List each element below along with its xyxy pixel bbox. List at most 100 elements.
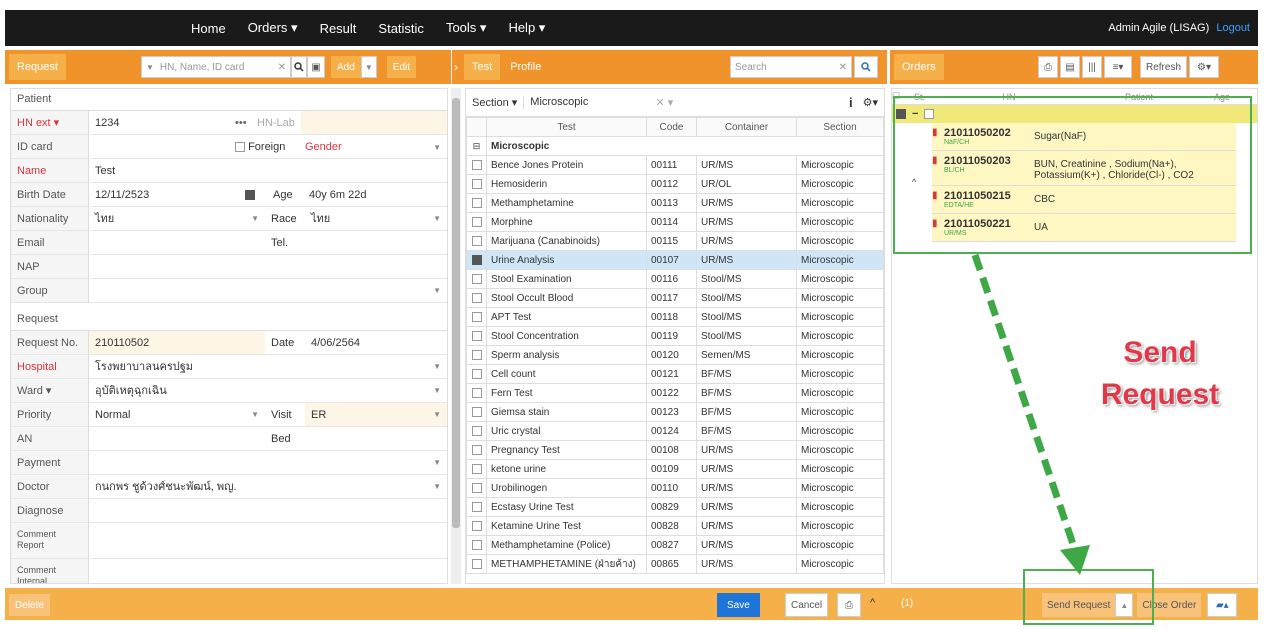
comment-internal-field[interactable] <box>89 559 447 583</box>
test-row-checkbox[interactable] <box>466 383 487 403</box>
test-row-checkbox[interactable] <box>466 516 487 536</box>
clear-icon[interactable]: ✕ ▾ <box>655 96 673 109</box>
test-row-checkbox[interactable] <box>466 402 487 422</box>
test-row-checkbox[interactable] <box>466 554 487 574</box>
doctor-select[interactable]: กนกพร ชูด้วงศ์ชนะพัฒน์, พญ. ▼ <box>89 475 447 498</box>
birth-checkbox[interactable] <box>239 183 267 206</box>
settings-button[interactable]: ⚙▾ <box>1189 56 1220 78</box>
test-search-input[interactable]: Search ✕ <box>730 56 852 78</box>
test-row-checkbox[interactable] <box>466 193 487 213</box>
group-select[interactable]: ▼ <box>89 279 447 302</box>
diagnose-field[interactable] <box>89 499 447 522</box>
test-row-checkbox[interactable] <box>466 421 487 441</box>
test-row-checkbox[interactable] <box>466 364 487 384</box>
test-row-checkbox[interactable] <box>466 307 487 327</box>
gear-icon[interactable]: ⚙▾ <box>863 96 878 109</box>
section-filter-button[interactable]: Section ▾ <box>472 96 517 109</box>
nav-home[interactable]: Home <box>191 21 226 36</box>
hn-field[interactable]: 1234 <box>89 111 229 134</box>
nav-result[interactable]: Result <box>320 21 357 36</box>
race-select[interactable]: ไทย ▼ <box>305 207 447 230</box>
form-scrollbar[interactable] <box>451 88 461 584</box>
test-search-button[interactable] <box>854 56 878 78</box>
test-row[interactable]: Morphine 00114 UR/MS Microscopic <box>466 212 884 232</box>
test-row[interactable]: Fern Test 00122 BF/MS Microscopic <box>466 383 884 403</box>
test-row-checkbox[interactable] <box>466 345 487 365</box>
test-group-row[interactable]: ⊟ Microscopic <box>466 136 884 156</box>
test-row-checkbox[interactable] <box>466 459 487 479</box>
gender-select[interactable]: ▼ <box>359 135 447 158</box>
test-row[interactable]: Bence Jones Protein 00111 UR/MS Microsco… <box>466 155 884 175</box>
test-row-checkbox[interactable] <box>466 174 487 194</box>
test-row[interactable]: ketone urine 00109 UR/MS Microscopic <box>466 459 884 479</box>
foreign-checkbox[interactable]: Foreign <box>229 135 299 158</box>
test-row[interactable]: Methamphetamine (Police) 00827 UR/MS Mic… <box>466 535 884 555</box>
an-field[interactable] <box>89 427 265 450</box>
visit-select[interactable]: ER ▼ <box>305 403 447 426</box>
tab-orders[interactable]: Orders <box>894 54 944 80</box>
name-field[interactable]: Test <box>89 159 447 182</box>
nav-tools[interactable]: Tools ▾ <box>446 20 487 36</box>
test-row[interactable]: Hemosiderin 00112 UR/OL Microscopic <box>466 174 884 194</box>
tab-profile[interactable]: Profile <box>510 61 541 73</box>
test-row[interactable]: Urobilinogen 00110 UR/MS Microscopic <box>466 478 884 498</box>
clear-icon[interactable]: ✕ <box>839 62 847 73</box>
hn-label[interactable]: HN ext ▾ <box>11 111 89 134</box>
date-field[interactable]: 4/06/2564 <box>305 331 447 354</box>
email-field[interactable] <box>89 231 265 254</box>
test-row-checkbox[interactable] <box>466 155 487 175</box>
test-row[interactable]: APT Test 00118 Stool/MS Microscopic <box>466 307 884 327</box>
hnlab-field[interactable] <box>301 111 447 134</box>
cancel-button[interactable]: Cancel <box>785 593 829 617</box>
priority-select[interactable]: Normal ▼ <box>89 403 265 426</box>
collapse-icon[interactable]: ⊟ <box>466 136 487 156</box>
collapse-arrow-icon[interactable]: › <box>454 60 458 74</box>
test-row[interactable]: METHAMPHETAMINE (ฝ่ายค้าง) 00865 UR/MS M… <box>466 554 884 574</box>
refresh-button[interactable]: Refresh <box>1140 56 1188 78</box>
test-row[interactable]: Giemsa stain 00123 BF/MS Microscopic <box>466 402 884 422</box>
test-row[interactable]: Cell count 00121 BF/MS Microscopic <box>466 364 884 384</box>
nav-statistic[interactable]: Statistic <box>378 21 424 36</box>
test-row-checkbox[interactable] <box>466 440 487 460</box>
test-row-checkbox[interactable] <box>466 250 487 270</box>
add-button[interactable]: Add <box>331 56 361 78</box>
payment-select[interactable]: ▼ <box>89 451 447 474</box>
test-row[interactable]: Stool Examination 00116 Stool/MS Microsc… <box>466 269 884 289</box>
nav-orders[interactable]: Orders ▾ <box>248 20 298 36</box>
test-row[interactable]: Marijuana (Canabinoids) 00115 UR/MS Micr… <box>466 231 884 251</box>
label-button[interactable]: ▤ <box>1060 56 1080 78</box>
edit-button[interactable]: Edit <box>386 56 417 78</box>
patient-search-input[interactable]: ▼ HN, Name, ID card ✕ <box>141 56 291 78</box>
test-row-checkbox[interactable] <box>466 326 487 346</box>
tab-request[interactable]: Request <box>9 54 66 80</box>
test-row[interactable]: Stool Occult Blood 00117 Stool/MS Micros… <box>466 288 884 308</box>
test-row-checkbox[interactable] <box>466 231 487 251</box>
scrollbar-thumb[interactable] <box>452 98 460 528</box>
delete-button[interactable]: Delete <box>9 594 50 616</box>
info-icon[interactable]: i <box>849 95 853 110</box>
tab-test[interactable]: Test <box>464 54 501 80</box>
test-row[interactable]: Methamphetamine 00113 UR/MS Microscopic <box>466 193 884 213</box>
test-row[interactable]: Ketamine Urine Test 00828 UR/MS Microsco… <box>466 516 884 536</box>
test-row[interactable]: Ecstasy Urine Test 00829 UR/MS Microscop… <box>466 497 884 517</box>
ward-label[interactable]: Ward ▾ <box>11 379 89 402</box>
test-row-checkbox[interactable] <box>466 269 487 289</box>
nationality-select[interactable]: ไทย ▼ <box>89 207 265 230</box>
print-button[interactable]: ⎙ <box>1038 56 1058 78</box>
logout-link[interactable]: Logout <box>1216 22 1250 34</box>
test-row[interactable]: Stool Concentration 00119 Stool/MS Micro… <box>466 326 884 346</box>
test-row-checkbox[interactable] <box>466 478 487 498</box>
save-button[interactable]: Save <box>717 593 760 617</box>
comment-report-field[interactable] <box>89 523 447 558</box>
search-button[interactable] <box>291 56 307 78</box>
nav-help[interactable]: Help ▾ <box>508 20 545 36</box>
print-button[interactable]: ⎙ <box>837 593 861 617</box>
card-reader-button[interactable]: ▣ <box>307 56 325 78</box>
test-row-checkbox[interactable] <box>466 212 487 232</box>
folder-button[interactable]: ▰▴ <box>1207 593 1238 617</box>
barcode-button[interactable]: ||| <box>1082 56 1102 78</box>
test-row-checkbox[interactable] <box>466 497 487 517</box>
chevron-up-icon[interactable]: ^ <box>870 597 875 609</box>
more-icon[interactable]: ••• <box>229 111 251 134</box>
test-row-checkbox[interactable] <box>466 288 487 308</box>
